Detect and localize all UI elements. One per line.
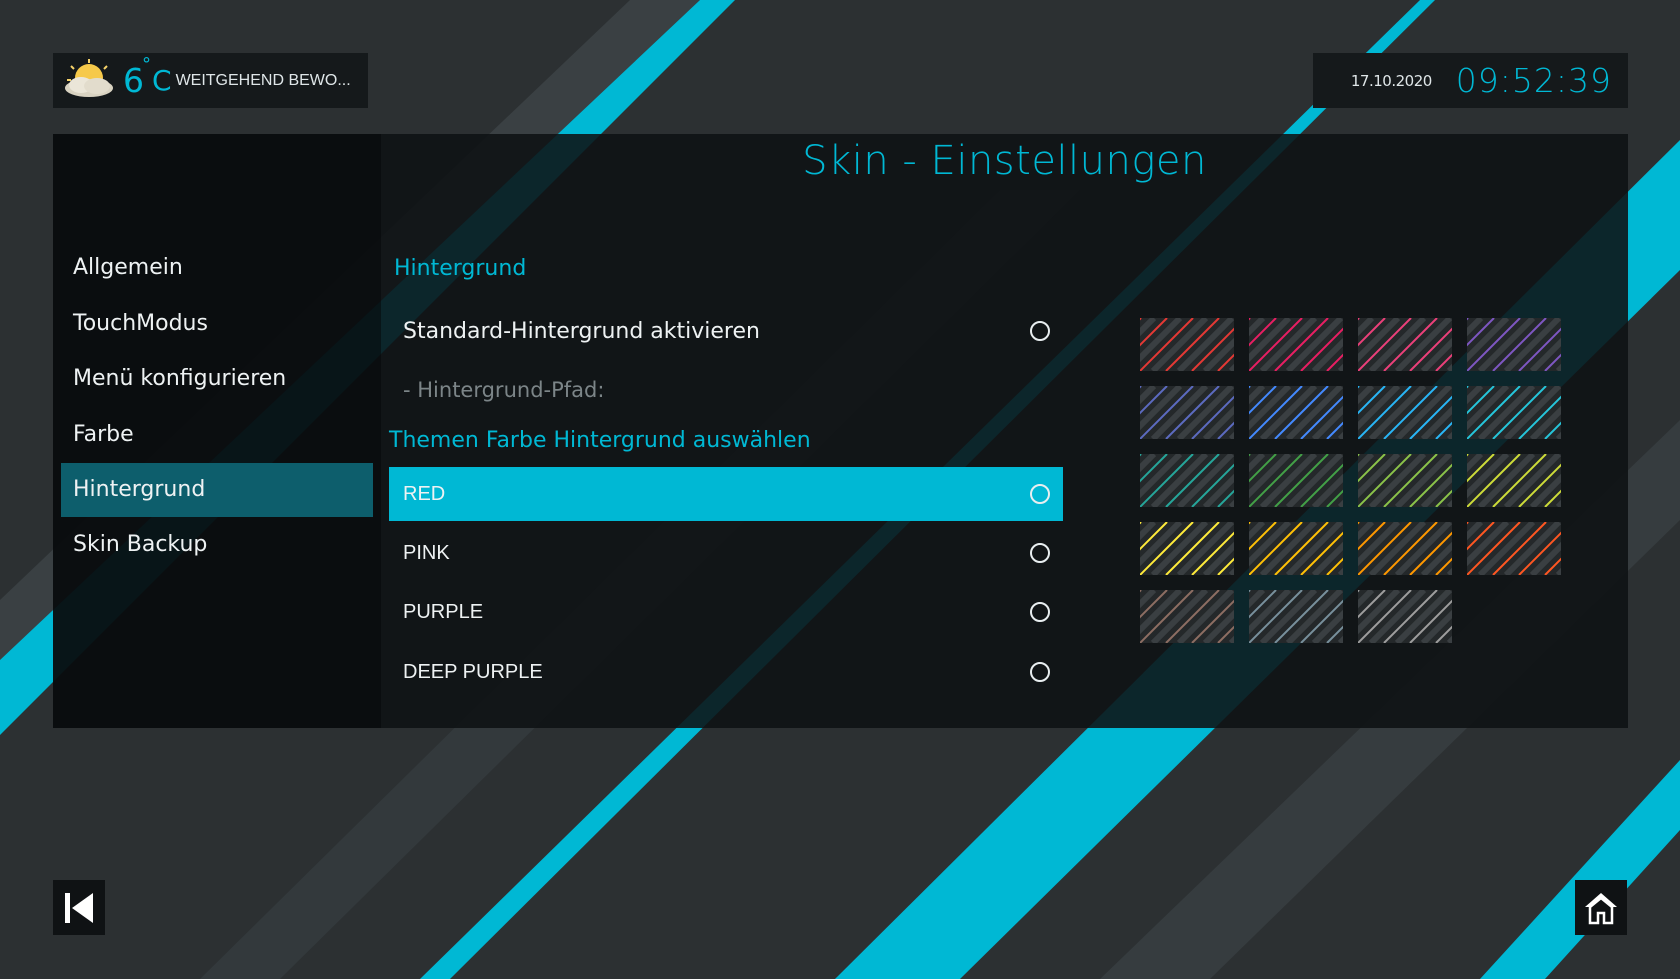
theme-option-pink[interactable]: PINK: [389, 526, 1063, 580]
theme-swatch: [1467, 318, 1561, 371]
theme-option-label: DEEP PURPLE: [403, 660, 543, 683]
partly-cloudy-icon: [59, 58, 119, 104]
standard-background-label: Standard-Hintergrund aktivieren: [403, 318, 760, 344]
radio-icon: [1030, 662, 1050, 682]
theme-swatch: [1249, 454, 1343, 507]
current-time: 09:52:39: [1455, 61, 1612, 100]
section-title-theme-color: Themen Farbe Hintergrund auswählen: [389, 428, 811, 453]
radio-icon: [1030, 543, 1050, 563]
section-title-hintergrund: Hintergrund: [394, 256, 527, 281]
temperature-unit: ° C: [142, 54, 172, 97]
theme-swatch: [1140, 318, 1234, 371]
back-button[interactable]: [53, 880, 105, 935]
theme-swatch: [1467, 454, 1561, 507]
theme-swatch: [1249, 386, 1343, 439]
standard-background-toggle[interactable]: Standard-Hintergrund aktivieren: [389, 304, 1063, 358]
clock-widget: 17.10.2020 09:52:39: [1313, 53, 1628, 108]
theme-swatch: [1140, 522, 1234, 575]
theme-swatch: [1467, 386, 1561, 439]
degree-symbol: °: [142, 54, 151, 75]
home-button[interactable]: [1575, 880, 1627, 935]
radio-icon: [1030, 321, 1050, 341]
theme-swatch: [1358, 386, 1452, 439]
sidebar-item-farbe[interactable]: Farbe: [61, 408, 373, 462]
theme-option-deep-purple[interactable]: DEEP PURPLE: [389, 645, 1063, 699]
theme-swatch: [1358, 318, 1452, 371]
background-path-field[interactable]: - Hintergrund-Pfad:: [389, 363, 1063, 417]
theme-option-purple[interactable]: PURPLE: [389, 585, 1063, 639]
theme-swatch: [1249, 522, 1343, 575]
theme-swatch: [1140, 590, 1234, 643]
sidebar-item-touchmodus[interactable]: TouchModus: [61, 297, 373, 351]
theme-swatch: [1358, 590, 1452, 643]
theme-swatch: [1358, 522, 1452, 575]
weather-condition: WEITGEHEND BEWO...: [175, 71, 351, 89]
settings-sidebar: Allgemein TouchModus Menü konfigurieren …: [53, 134, 381, 728]
theme-option-label: PURPLE: [403, 600, 484, 623]
theme-swatch: [1358, 454, 1452, 507]
background-path-label: - Hintergrund-Pfad:: [403, 378, 605, 402]
theme-option-label: RED: [403, 482, 446, 505]
skip-back-icon: [65, 892, 93, 923]
theme-swatch: [1249, 590, 1343, 643]
current-date: 17.10.2020: [1350, 71, 1432, 90]
page-title: Skin - Einstellungen: [802, 138, 1207, 184]
unit-symbol: C: [152, 64, 172, 97]
home-icon: [1585, 892, 1617, 924]
theme-option-label: PINK: [403, 541, 450, 564]
temperature-value: 6: [123, 61, 144, 100]
sidebar-item-menu-konfigurieren[interactable]: Menü konfigurieren: [61, 352, 373, 406]
theme-option-red[interactable]: RED: [389, 467, 1063, 521]
sidebar-item-allgemein[interactable]: Allgemein: [61, 241, 373, 295]
theme-swatch: [1140, 386, 1234, 439]
theme-swatch: [1467, 522, 1561, 575]
radio-icon: [1030, 484, 1050, 504]
sidebar-item-hintergrund[interactable]: Hintergrund: [61, 463, 373, 517]
weather-widget: 6 ° C WEITGEHEND BEWO...: [53, 53, 368, 108]
theme-swatch: [1249, 318, 1343, 371]
radio-icon: [1030, 602, 1050, 622]
sidebar-item-skin-backup[interactable]: Skin Backup: [61, 518, 373, 572]
theme-swatch: [1140, 454, 1234, 507]
